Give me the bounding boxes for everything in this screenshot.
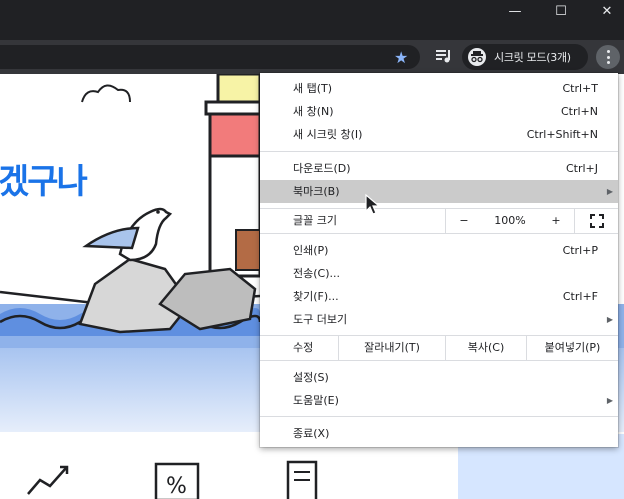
zoom-row: 글꼴 크기 − 100% + [260,209,618,233]
submenu-arrow-icon: ▶ [606,396,613,405]
menu-item-settings[interactable]: 설정(S) [260,366,618,389]
menu-shortcut: Ctrl+P [562,244,598,257]
zoom-level: 100% [494,214,526,227]
menu-item-more-tools[interactable]: 도구 더보기 ▶ [260,308,618,331]
close-button[interactable]: ✕ [584,0,624,24]
star-icon[interactable]: ★ [394,48,408,67]
menu-label: 새 창(N) [293,105,334,118]
menu-shortcut: Ctrl+T [562,82,598,95]
menu-shortcut: Ctrl+Shift+N [526,128,598,141]
menu-button[interactable] [596,45,620,69]
address-bar[interactable]: ★ [0,45,420,69]
menu-item-cast[interactable]: 전송(C)... [260,262,618,285]
edit-row: 수정 잘라내기(T) 복사(C) 붙여넣기(P) [260,336,618,360]
incognito-profile-button[interactable]: 시크릿 모드(3개) [462,44,588,70]
menu-separator [260,360,618,361]
dot-icon [606,61,610,64]
zoom-in-button[interactable]: + [538,209,574,233]
paste-button[interactable]: 붙여넣기(P) [527,336,618,360]
dot-icon [606,55,610,59]
fullscreen-icon[interactable] [575,209,618,233]
menu-label: 북마크(B) [293,185,340,198]
menu-label: 종료(X) [293,427,330,440]
title-bar: — ☐ ✕ [0,0,624,40]
menu-label: 찾기(F)... [293,290,339,303]
browser-toolbar: ★ 시크릿 모드(3개) [0,40,624,74]
menu-item-bookmarks[interactable]: 북마크(B) ▶ [260,180,618,203]
submenu-arrow-icon: ▶ [606,315,613,324]
mouse-cursor-icon [364,193,384,220]
incognito-icon [468,48,486,66]
submenu-arrow-icon: ▶ [606,187,613,196]
svg-text:%: % [166,474,187,499]
menu-label: 전송(C)... [293,267,340,280]
maximize-button[interactable]: ☐ [538,0,584,24]
menu-item-new-incognito[interactable]: 새 시크릿 창(I) Ctrl+Shift+N [260,123,618,146]
menu-label: 새 시크릿 창(I) [293,128,363,141]
menu-separator [260,416,618,417]
menu-label: 도구 더보기 [293,313,348,326]
menu-label: 새 탭(T) [293,82,333,95]
menu-item-help[interactable]: 도움말(E) ▶ [260,389,618,412]
menu-label: 도움말(E) [293,394,339,407]
menu-item-print[interactable]: 인쇄(P) Ctrl+P [260,239,618,262]
edit-label: 수정 [293,341,314,354]
menu-label: 설정(S) [293,371,329,384]
menu-separator [260,233,618,234]
chrome-main-menu: 새 탭(T) Ctrl+T 새 창(N) Ctrl+N 새 시크릿 창(I) C… [260,73,618,447]
menu-separator [260,151,618,152]
copy-button[interactable]: 복사(C) [446,336,526,360]
menu-item-find[interactable]: 찾기(F)... Ctrl+F [260,285,618,308]
cut-button[interactable]: 잘라내기(T) [339,336,445,360]
incognito-label: 시크릿 모드(3개) [494,51,571,64]
menu-item-downloads[interactable]: 다운로드(D) Ctrl+J [260,157,618,180]
menu-shortcut: Ctrl+F [562,290,598,303]
menu-item-exit[interactable]: 종료(X) [260,422,618,445]
menu-item-new-tab[interactable]: 새 탭(T) Ctrl+T [260,77,618,100]
menu-item-new-window[interactable]: 새 창(N) Ctrl+N [260,100,618,123]
media-queue-icon[interactable] [434,47,454,65]
zoom-label: 글꼴 크기 [293,214,337,227]
minimize-button[interactable]: — [492,0,538,24]
menu-label: 인쇄(P) [293,244,329,257]
menu-shortcut: Ctrl+J [565,162,598,175]
dot-icon [606,50,610,53]
zoom-out-button[interactable]: − [446,209,482,233]
hero-title: 겠구나 [0,162,88,202]
menu-shortcut: Ctrl+N [560,105,598,118]
menu-label: 다운로드(D) [293,162,351,175]
